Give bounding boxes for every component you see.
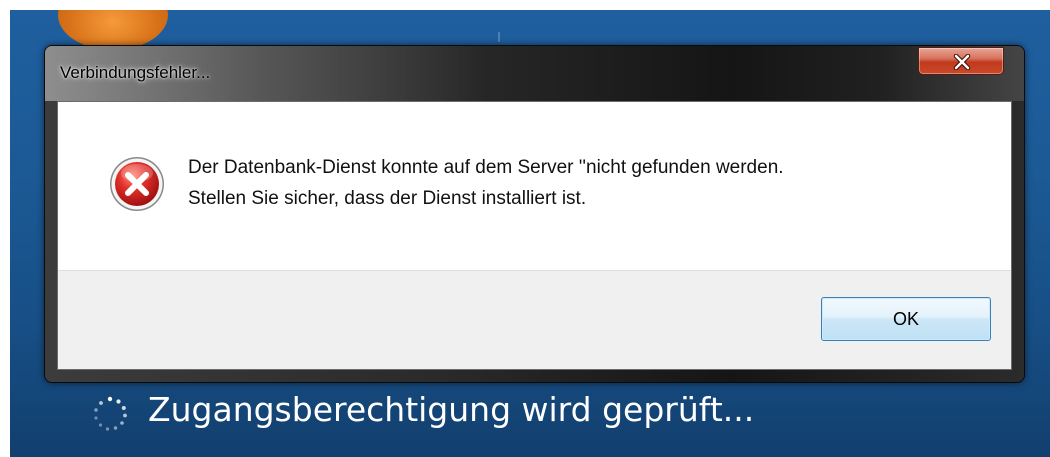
ok-button[interactable]: OK (821, 297, 991, 341)
error-message: Der Datenbank-Dienst konnte auf dem Serv… (188, 152, 784, 214)
title-bar[interactable]: Verbindungsfehler... (45, 46, 1024, 101)
close-button[interactable] (918, 47, 1004, 75)
message-line: Stellen Sie sicher, dass der Dienst inst… (188, 188, 587, 209)
login-status-text: Zugangsberechtigung wird geprüft... (148, 390, 755, 429)
dialog-title: Verbindungsfehler... (60, 63, 211, 82)
desktop-logo (58, 10, 168, 50)
dialog-body: Der Datenbank-Dienst konnte auf dem Serv… (57, 101, 1012, 370)
desktop-decoration (498, 32, 500, 42)
close-icon (953, 54, 971, 70)
error-dialog: Verbindungsfehler... Der Datenbank-Diens… (45, 46, 1024, 382)
button-bar: OK (58, 270, 1011, 369)
loading-spinner-icon (94, 396, 127, 431)
message-line: Der Datenbank-Dienst konnte auf dem Serv… (188, 157, 784, 178)
error-icon (110, 157, 164, 211)
message-area: Der Datenbank-Dienst konnte auf dem Serv… (58, 102, 1011, 270)
